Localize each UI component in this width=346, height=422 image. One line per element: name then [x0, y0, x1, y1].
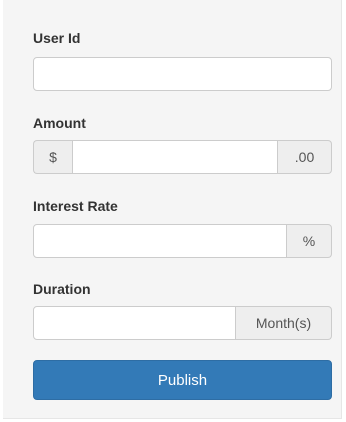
- duration-label: Duration: [33, 281, 91, 297]
- user-id-input[interactable]: [33, 57, 332, 91]
- currency-prefix-addon: $: [33, 140, 72, 174]
- interest-rate-input[interactable]: [33, 224, 287, 258]
- user-id-field-group: [33, 57, 332, 91]
- amount-field-group: $ .00: [33, 140, 332, 174]
- months-suffix-addon: Month(s): [236, 306, 332, 340]
- amount-label: Amount: [33, 115, 86, 131]
- duration-field-group: Month(s): [33, 306, 332, 340]
- percent-suffix-addon: %: [287, 224, 332, 258]
- interest-rate-field-group: %: [33, 224, 332, 258]
- publish-button[interactable]: Publish: [33, 360, 332, 400]
- form-panel: User Id Amount $ .00 Interest Rate % Dur…: [3, 0, 342, 419]
- interest-rate-label: Interest Rate: [33, 198, 118, 214]
- cents-suffix-addon: .00: [278, 140, 332, 174]
- duration-input[interactable]: [33, 306, 236, 340]
- amount-input[interactable]: [72, 140, 278, 174]
- user-id-label: User Id: [33, 30, 81, 46]
